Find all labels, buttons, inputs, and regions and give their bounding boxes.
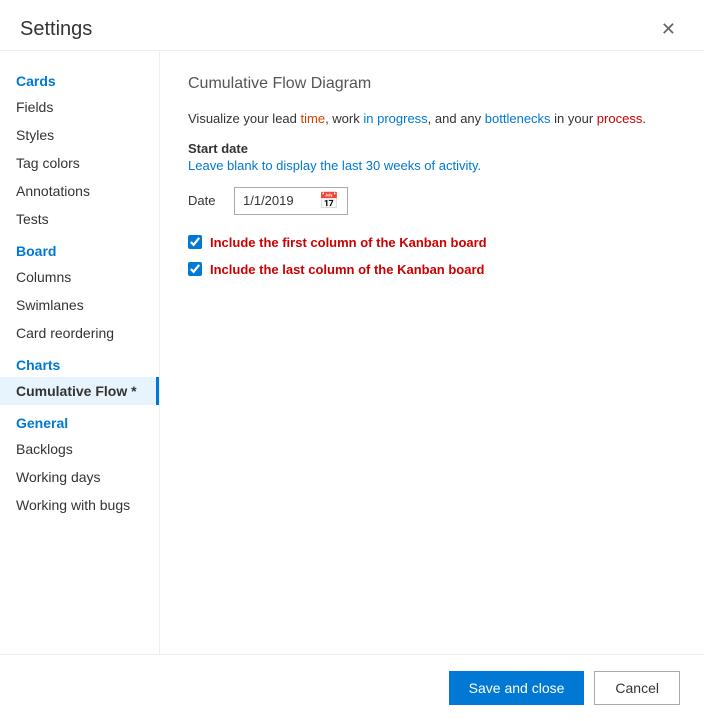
word-in-progress: in progress — [363, 111, 427, 126]
dialog-body: Cards Fields Styles Tag colors Annotatio… — [0, 51, 704, 654]
sidebar-item-working-days[interactable]: Working days — [0, 463, 159, 491]
settings-dialog: Settings ✕ Cards Fields Styles Tag color… — [0, 0, 704, 721]
checkbox-first-column-label: Include the first column of the Kanban b… — [210, 235, 487, 250]
sidebar-item-annotations[interactable]: Annotations — [0, 177, 159, 205]
dialog-header: Settings ✕ — [0, 0, 704, 51]
word-bottlenecks: bottlenecks — [485, 111, 551, 126]
start-date-hint: Leave blank to display the last 30 weeks… — [188, 158, 676, 173]
sidebar-item-columns[interactable]: Columns — [0, 263, 159, 291]
checkbox-last-column[interactable] — [188, 262, 202, 276]
section-title: Cumulative Flow Diagram — [188, 75, 676, 93]
save-and-close-button[interactable]: Save and close — [449, 671, 585, 705]
sidebar-item-swimlanes[interactable]: Swimlanes — [0, 291, 159, 319]
sidebar-item-cumulative-flow[interactable]: Cumulative Flow * — [0, 377, 159, 405]
main-content: Cumulative Flow Diagram Visualize your l… — [160, 51, 704, 654]
date-input-wrapper[interactable]: 📅 — [234, 187, 348, 215]
start-date-label: Start date — [188, 141, 676, 156]
date-input[interactable] — [243, 193, 313, 208]
sidebar-section-cards: Cards — [0, 63, 159, 93]
sidebar-item-backlogs[interactable]: Backlogs — [0, 435, 159, 463]
sidebar-section-general: General — [0, 405, 159, 435]
sidebar-item-tag-colors[interactable]: Tag colors — [0, 149, 159, 177]
word-process: process — [597, 111, 643, 126]
calendar-icon[interactable]: 📅 — [319, 191, 339, 211]
cancel-button[interactable]: Cancel — [594, 671, 680, 705]
checkbox-row-last-column: Include the last column of the Kanban bo… — [188, 262, 676, 277]
sidebar-section-charts: Charts — [0, 347, 159, 377]
checkbox-row-first-column: Include the first column of the Kanban b… — [188, 235, 676, 250]
description-text: Visualize your lead time, work in progre… — [188, 109, 676, 129]
sidebar-item-working-with-bugs[interactable]: Working with bugs — [0, 491, 159, 519]
date-row: Date 📅 — [188, 187, 676, 215]
word-time: time — [301, 111, 326, 126]
date-label: Date — [188, 193, 224, 208]
dialog-title: Settings — [20, 18, 92, 41]
sidebar-item-card-reordering[interactable]: Card reordering — [0, 319, 159, 347]
dialog-footer: Save and close Cancel — [0, 654, 704, 721]
sidebar-section-board: Board — [0, 233, 159, 263]
sidebar: Cards Fields Styles Tag colors Annotatio… — [0, 51, 160, 654]
sidebar-item-tests[interactable]: Tests — [0, 205, 159, 233]
checkbox-last-column-label: Include the last column of the Kanban bo… — [210, 262, 484, 277]
sidebar-item-styles[interactable]: Styles — [0, 121, 159, 149]
sidebar-item-fields[interactable]: Fields — [0, 93, 159, 121]
close-button[interactable]: ✕ — [653, 16, 684, 42]
checkbox-first-column[interactable] — [188, 235, 202, 249]
